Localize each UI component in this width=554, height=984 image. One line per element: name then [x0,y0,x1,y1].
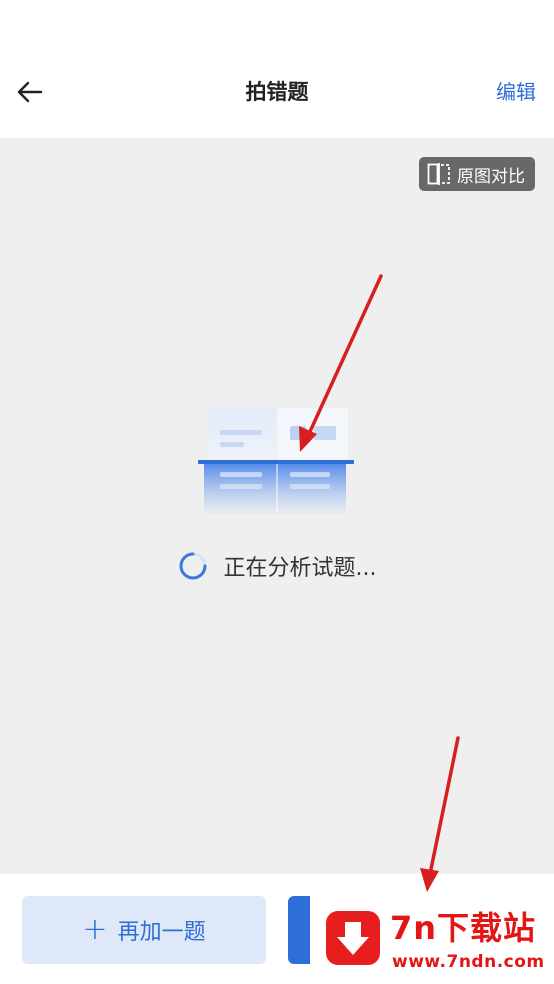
compare-label: 原图对比 [457,166,525,187]
edit-button[interactable]: 编辑 [496,78,536,106]
arrow-left-icon [17,81,43,103]
add-button-label: 再加一题 [117,920,206,945]
watermark: 7n下载站 www.7ndn.com [310,882,554,984]
watermark-title: 7n下载站 [390,909,537,947]
photo-preview-area: 原图对比 正在分析试题... [0,138,554,874]
page-title: 拍错题 [245,80,309,104]
back-button[interactable] [14,76,46,108]
loading-status: 正在分析试题... [0,550,554,582]
add-another-question-button[interactable]: + 再加一题 [22,896,266,964]
top-app-bar: 拍错题 编辑 [0,0,554,138]
download-arrow-icon [326,911,380,965]
watermark-url: www.7ndn.com [392,952,545,972]
plus-icon: + [82,912,108,947]
loading-spinner-icon [179,552,206,580]
split-compare-icon [427,163,451,185]
compare-original-button[interactable]: 原图对比 [419,157,535,191]
document-scan-icon [198,408,358,518]
loading-text: 正在分析试题... [223,556,377,581]
